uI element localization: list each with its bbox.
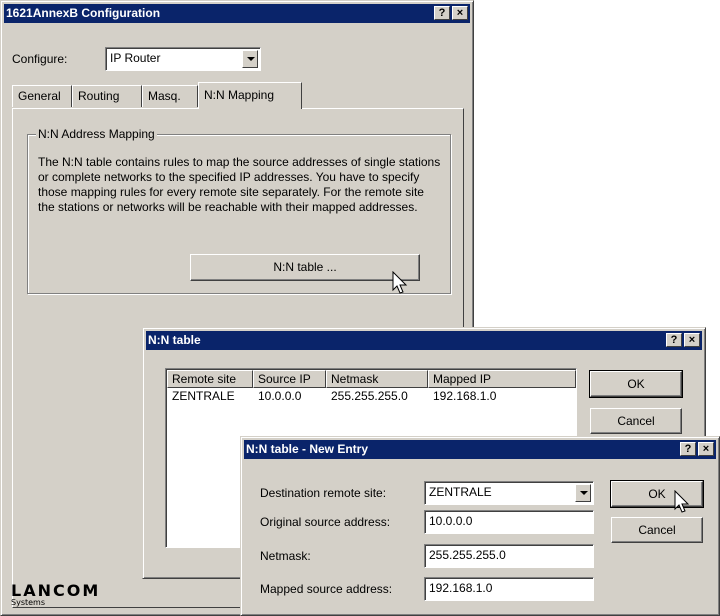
mapped-source-label: Mapped source address: [260,582,393,596]
main-help-button[interactable]: ? [434,6,450,20]
column-header-remote-site[interactable]: Remote site [167,370,253,388]
nn-table-ok-label: OK [627,377,645,391]
nn-table-help-button[interactable]: ? [666,333,682,347]
new-entry-title-bar: N:N table - New Entry ? × [244,440,716,459]
tab-nn-mapping[interactable]: N:N Mapping [198,82,302,109]
nn-table-button[interactable]: N:N table ... [190,254,420,281]
nn-table-cancel-button[interactable]: Cancel [590,408,682,434]
table-row[interactable]: ZENTRALE 10.0.0.0 255.255.255.0 192.168.… [167,389,575,405]
netmask-input[interactable]: 255.255.255.0 [424,544,594,568]
column-header-netmask[interactable]: Netmask [326,370,428,388]
new-entry-window: N:N table - New Entry ? × Destination re… [240,436,720,616]
configure-label: Configure: [12,52,68,66]
orig-source-label: Original source address: [260,515,391,529]
nn-table-close-button[interactable]: × [684,333,700,347]
chevron-down-icon[interactable] [575,484,591,502]
description-text: The N:N table contains rules to map the … [38,155,441,214]
tab-general[interactable]: General [12,85,72,107]
dest-remote-site-label: Destination remote site: [260,486,387,500]
orig-source-input[interactable]: 10.0.0.0 [424,510,594,534]
nn-table-button-label: N:N table ... [273,260,337,274]
new-entry-close-button[interactable]: × [698,442,714,456]
nn-table-ok-button[interactable]: OK [589,370,683,398]
column-header-mapped-ip[interactable]: Mapped IP [428,370,576,388]
nn-table-title-bar: N:N table ? × [146,331,702,350]
new-entry-help-button[interactable]: ? [680,442,696,456]
group-title: N:N Address Mapping [36,127,157,141]
mapped-source-input[interactable]: 192.168.1.0 [424,577,594,601]
nn-table-cancel-label: Cancel [617,414,655,428]
cell-netmask: 255.255.255.0 [331,389,408,403]
lancom-logo: LANCOM Systems [11,581,100,607]
main-window-title: 1621AnnexB Configuration [6,6,161,20]
chevron-down-icon[interactable] [242,50,258,68]
dest-remote-site-value: ZENTRALE [429,485,492,499]
cell-mapped-ip: 192.168.1.0 [433,389,497,403]
cell-remote-site: ZENTRALE [172,389,235,403]
mouse-cursor-icon [674,490,690,513]
new-entry-window-title: N:N table - New Entry [246,442,369,456]
tab-routing[interactable]: Routing [72,85,142,107]
cell-source-ip: 10.0.0.0 [258,389,302,403]
main-title-bar: 1621AnnexB Configuration ? × [4,4,470,23]
mouse-cursor-icon [392,271,408,294]
tab-masq[interactable]: Masq. [142,85,198,107]
nn-table-window-title: N:N table [148,333,201,347]
configure-select[interactable]: IP Router [105,47,261,71]
netmask-label: Netmask: [260,549,311,563]
nn-address-mapping-group: N:N Address Mapping The N:N table contai… [27,127,451,294]
new-entry-cancel-button[interactable]: Cancel [611,517,703,543]
new-entry-ok-label: OK [648,487,666,501]
configure-select-value: IP Router [110,51,161,65]
main-close-button[interactable]: × [452,6,468,20]
column-header-source-ip[interactable]: Source IP [253,370,326,388]
dest-remote-site-select[interactable]: ZENTRALE [424,481,594,505]
new-entry-cancel-label: Cancel [638,523,676,537]
